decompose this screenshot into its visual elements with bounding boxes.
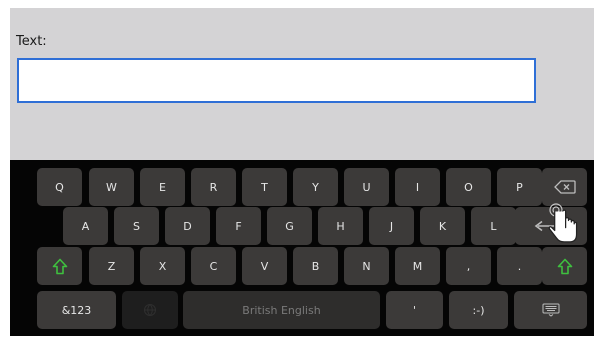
key-label: X [158,259,167,273]
key-u[interactable]: U [344,168,389,206]
key-label: U [362,180,371,194]
key-a[interactable]: A [63,207,108,245]
key-w[interactable]: W [89,168,134,206]
key-t[interactable]: T [242,168,287,206]
key-y[interactable]: Y [293,168,338,206]
key-label: . [517,259,522,273]
key-label: G [285,219,294,233]
key-o[interactable]: O [446,168,491,206]
key-i[interactable]: I [395,168,440,206]
key-label: Z [107,259,116,273]
virtual-keyboard: Q W E R T Y U I O P A S D F G H J K L Z … [10,160,594,336]
key-label: N [362,259,371,273]
key-n[interactable]: N [344,247,389,285]
key-f[interactable]: F [216,207,261,245]
key-v[interactable]: V [242,247,287,285]
shift-arrow-icon [52,258,68,275]
language-key[interactable] [122,291,178,329]
shift-arrow-icon [557,258,573,275]
key-label: L [490,219,497,233]
space-key-label: British English [242,303,321,317]
key-label: H [336,219,345,233]
key-k[interactable]: K [420,207,465,245]
key-label: B [311,259,320,273]
shift-key-right[interactable] [542,247,587,285]
space-key[interactable]: British English [183,291,380,329]
key-l[interactable]: L [471,207,516,245]
key-label: I [415,180,420,194]
key-apostrophe[interactable]: ' [386,291,443,329]
symbols-key[interactable]: &123 [37,291,116,329]
key-j[interactable]: J [369,207,414,245]
text-input-panel: Text: [10,8,594,160]
key-d[interactable]: D [165,207,210,245]
key-s[interactable]: S [114,207,159,245]
enter-arrow-icon [534,220,568,232]
key-label: C [209,259,218,273]
key-h[interactable]: H [318,207,363,245]
key-e[interactable]: E [140,168,185,206]
key-label: F [235,219,242,233]
key-q[interactable]: Q [37,168,82,206]
key-label: K [438,219,447,233]
key-label: P [516,180,523,194]
key-label: :-) [472,303,485,317]
key-label: T [261,180,268,194]
key-x[interactable]: X [140,247,185,285]
key-label: O [464,180,473,194]
backspace-icon [553,180,576,194]
key-period[interactable]: . [497,247,542,285]
key-label: J [389,219,394,233]
hide-keyboard-icon [542,303,560,317]
hide-keyboard-key[interactable] [514,291,587,329]
key-m[interactable]: M [395,247,440,285]
key-g[interactable]: G [267,207,312,245]
key-label: W [106,180,117,194]
key-label: , [466,259,471,273]
key-label: A [81,219,90,233]
key-p[interactable]: P [497,168,542,206]
key-label: M [412,259,423,273]
text-input[interactable] [17,58,536,103]
key-label: Q [55,180,64,194]
key-z[interactable]: Z [89,247,134,285]
key-label: R [209,180,218,194]
enter-key[interactable] [515,207,587,245]
key-label: V [260,259,269,273]
key-label: S [133,219,140,233]
globe-icon [143,303,157,317]
key-label: E [159,180,166,194]
key-label: &123 [61,303,92,317]
key-label: Y [312,180,319,194]
shift-key-left[interactable] [37,247,82,285]
key-r[interactable]: R [191,168,236,206]
key-comma[interactable]: , [446,247,491,285]
key-label: ' [412,303,417,317]
backspace-key[interactable] [542,168,587,206]
text-field-label: Text: [16,34,47,49]
key-b[interactable]: B [293,247,338,285]
smiley-key[interactable]: :-) [449,291,508,329]
key-label: D [183,219,192,233]
key-c[interactable]: C [191,247,236,285]
